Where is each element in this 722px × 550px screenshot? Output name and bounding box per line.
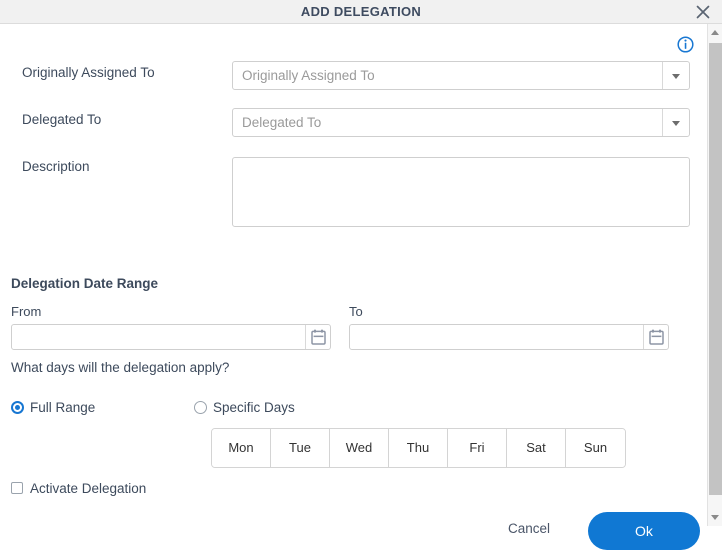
day-button-sat[interactable]: Sat	[507, 429, 566, 467]
dialog-title: ADD DELEGATION	[300, 4, 422, 19]
select-divider	[662, 62, 663, 89]
dialog-titlebar: ADD DELEGATION	[0, 0, 722, 24]
originally-assigned-to-placeholder: Originally Assigned To	[242, 68, 375, 83]
from-label: From	[11, 304, 42, 319]
day-button-fri[interactable]: Fri	[448, 429, 507, 467]
cancel-button[interactable]: Cancel	[508, 521, 550, 536]
originally-assigned-to-label: Originally Assigned To	[22, 65, 155, 80]
activate-delegation-checkbox[interactable]: Activate Delegation	[11, 480, 146, 498]
scroll-up-arrow-icon[interactable]	[708, 24, 722, 41]
description-textarea[interactable]	[232, 157, 690, 227]
description-label: Description	[22, 159, 90, 174]
day-button-wed[interactable]: Wed	[330, 429, 389, 467]
calendar-icon[interactable]	[305, 325, 330, 349]
add-delegation-dialog: ADD DELEGATION Originally Assigned To Or…	[0, 0, 722, 550]
day-selector-group: Mon Tue Wed Thu Fri Sat Sun	[211, 428, 626, 468]
from-date-input[interactable]	[11, 324, 331, 350]
dialog-content: Originally Assigned To Originally Assign…	[0, 24, 707, 550]
days-question-label: What days will the delegation apply?	[11, 360, 230, 375]
activate-delegation-checkbox-mark[interactable]	[11, 482, 23, 494]
radio-specific-days-label: Specific Days	[213, 400, 295, 415]
originally-assigned-to-select[interactable]: Originally Assigned To	[232, 61, 690, 90]
scroll-down-arrow-icon[interactable]	[708, 509, 722, 526]
calendar-icon[interactable]	[643, 325, 668, 349]
radio-specific-days-mark[interactable]	[194, 401, 207, 414]
activate-delegation-label: Activate Delegation	[30, 481, 147, 496]
vertical-scrollbar[interactable]	[707, 24, 722, 526]
radio-full-range-mark[interactable]	[11, 401, 24, 414]
chevron-down-icon[interactable]	[672, 74, 680, 79]
to-date-input[interactable]	[349, 324, 669, 350]
delegation-date-range-heading: Delegation Date Range	[11, 276, 159, 291]
radio-full-range[interactable]: Full Range	[11, 399, 95, 417]
scrollbar-thumb[interactable]	[709, 43, 722, 495]
chevron-down-icon[interactable]	[672, 121, 680, 126]
delegated-to-select[interactable]: Delegated To	[232, 108, 690, 137]
info-icon[interactable]	[677, 36, 694, 53]
ok-button[interactable]: Ok	[588, 512, 700, 550]
day-button-thu[interactable]: Thu	[389, 429, 448, 467]
delegated-to-placeholder: Delegated To	[242, 115, 322, 130]
day-button-sun[interactable]: Sun	[566, 429, 625, 467]
day-button-mon[interactable]: Mon	[212, 429, 271, 467]
radio-specific-days[interactable]: Specific Days	[194, 399, 295, 417]
select-divider	[662, 109, 663, 136]
day-button-tue[interactable]: Tue	[271, 429, 330, 467]
close-icon[interactable]	[692, 1, 714, 23]
radio-full-range-label: Full Range	[30, 400, 96, 415]
to-label: To	[349, 304, 363, 319]
delegated-to-label: Delegated To	[22, 112, 102, 127]
